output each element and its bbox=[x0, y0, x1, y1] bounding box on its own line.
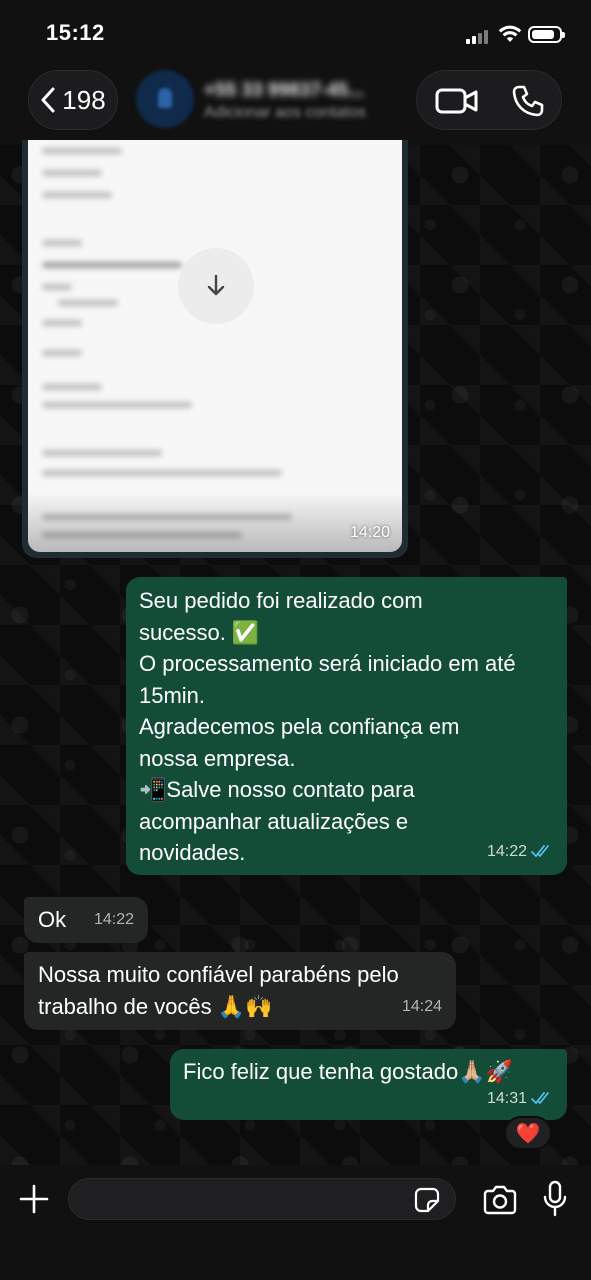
message-text: Nossa muito confiável parabéns pelo bbox=[38, 962, 399, 987]
message-text: 15min. bbox=[139, 682, 206, 708]
arrow-down-icon bbox=[207, 274, 225, 296]
read-ticks-icon bbox=[531, 1092, 549, 1105]
call-actions bbox=[416, 70, 562, 130]
message-time: 14:24 bbox=[401, 997, 442, 1015]
video-call-icon[interactable] bbox=[435, 85, 479, 117]
message-text: Ok bbox=[38, 907, 67, 932]
outgoing-message[interactable]: Seu pedido foi realizado com sucesso. ✅ … bbox=[126, 577, 567, 875]
message-time: 14:22 bbox=[486, 842, 527, 860]
reaction-badge[interactable]: ❤️ bbox=[504, 1116, 552, 1150]
chat-header: 198 +55 33 99837-45... Adicionar aos con… bbox=[0, 62, 591, 146]
message-time: 14:31 bbox=[486, 1089, 527, 1107]
status-bar: 15:12 bbox=[0, 0, 591, 62]
phone-icon[interactable] bbox=[511, 84, 545, 118]
message-meta: 14:24 bbox=[402, 991, 442, 1023]
back-button[interactable]: 198 bbox=[28, 70, 118, 130]
contact-subtitle: Adicionar aos contatos bbox=[204, 104, 366, 121]
message-meta: 14:22 bbox=[487, 836, 553, 868]
incoming-message[interactable]: Nossa muito confiável parabéns pelo trab… bbox=[24, 952, 456, 1030]
message-text: Seu pedido foi realizado com bbox=[139, 588, 423, 613]
contact-name[interactable]: +55 33 99837-45... bbox=[204, 80, 364, 102]
wifi-icon bbox=[498, 25, 522, 42]
blurred-image[interactable]: 14:20 bbox=[28, 140, 402, 552]
unread-count: 198 bbox=[62, 84, 106, 115]
message-text: 📲Salve nosso contato para bbox=[139, 777, 415, 802]
message-meta: 14:22 bbox=[94, 904, 134, 936]
message-text: trabalho de vocês 🙏🙌 bbox=[38, 993, 273, 1019]
sticker-icon[interactable] bbox=[414, 1187, 440, 1213]
outgoing-message[interactable]: Fico feliz que tenha gostado🙏🏼🚀 14:31 bbox=[170, 1049, 567, 1120]
message-text: Agradecemos pela confiança em bbox=[139, 714, 460, 739]
message-text: O processamento será iniciado em até bbox=[139, 651, 516, 676]
message-text: nossa empresa. bbox=[139, 745, 296, 771]
message-text: Fico feliz que tenha gostado🙏🏼🚀 bbox=[183, 1059, 513, 1084]
download-button[interactable] bbox=[178, 248, 254, 324]
message-time: 14:22 bbox=[93, 910, 134, 928]
camera-icon[interactable] bbox=[482, 1185, 518, 1215]
message-text: acompanhar atualizações e bbox=[139, 808, 409, 834]
avatar[interactable] bbox=[136, 70, 194, 128]
message-time: 14:20 bbox=[349, 524, 390, 541]
message-meta: 14:31 bbox=[487, 1083, 553, 1115]
battery-icon bbox=[528, 26, 565, 43]
incoming-message[interactable]: Ok 14:22 bbox=[24, 897, 148, 943]
message-text: sucesso. ✅ bbox=[139, 619, 260, 645]
signal-icon bbox=[466, 28, 492, 44]
chevron-left-icon bbox=[41, 87, 55, 113]
heart-icon: ❤️ bbox=[515, 1121, 541, 1145]
image-message[interactable]: 14:20 bbox=[22, 140, 408, 558]
status-time: 15:12 bbox=[46, 20, 105, 45]
microphone-icon[interactable] bbox=[542, 1180, 568, 1218]
message-input[interactable] bbox=[68, 1178, 456, 1220]
plus-icon[interactable] bbox=[18, 1183, 50, 1215]
read-ticks-icon bbox=[531, 845, 549, 858]
composer-bar bbox=[0, 1165, 591, 1280]
